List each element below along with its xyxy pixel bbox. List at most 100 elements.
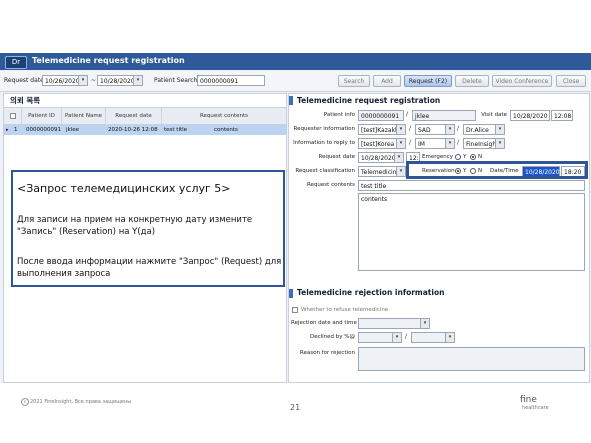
video-conference-button[interactable]: Video Conference <box>492 75 552 87</box>
chevron-down-icon[interactable]: ▾ <box>78 76 87 85</box>
chevron-down-icon[interactable]: ▾ <box>133 76 142 85</box>
chevron-down-icon: ▾ <box>420 319 429 328</box>
company-logo: fine <box>520 395 537 405</box>
refuse-label: Whether to refuse telemedicine <box>301 307 389 313</box>
contents-body-textarea[interactable]: contents <box>358 193 585 271</box>
table-header: Patient ID Patient Name Request date Req… <box>4 107 286 125</box>
rejection-title: Telemedicine rejection information <box>297 288 445 297</box>
search-button[interactable]: Search <box>338 75 370 87</box>
column-header-patient-id[interactable]: Patient ID <box>22 108 62 124</box>
patient-id-field: 0000000091 <box>358 110 404 121</box>
request-date-field[interactable]: 10/28/2020 ▾ <box>358 152 404 163</box>
request-form-panel: Telemedicine request registration Patien… <box>288 93 590 383</box>
emergency-no-label: N <box>478 154 483 160</box>
classification-select[interactable]: Telemedicine ▾ <box>358 166 406 177</box>
page-number: 21 <box>290 403 301 412</box>
reservation-highlight-box <box>406 161 588 179</box>
checkbox-icon[interactable] <box>9 113 16 119</box>
row-patient-id: 0000000091 <box>26 127 61 133</box>
refuse-checkbox[interactable] <box>292 307 298 313</box>
contents-label: Request contents <box>306 182 355 188</box>
requester-label: Requester information <box>293 126 355 132</box>
chevron-down-icon: ▾ <box>445 333 454 342</box>
chevron-down-icon[interactable]: ▾ <box>445 125 454 134</box>
classification-label: Request classification <box>295 168 355 174</box>
chevron-down-icon[interactable]: ▾ <box>495 125 504 134</box>
window-title: Telemedicine request registration <box>32 56 185 65</box>
copyright-icon: c <box>21 398 29 406</box>
request-list-title: 의뢰 목록 <box>10 96 41 105</box>
visit-time-field[interactable]: 12:08 <box>551 110 573 121</box>
patient-search-input[interactable]: 0000000091 <box>197 75 265 86</box>
chevron-down-icon[interactable]: ▾ <box>495 139 504 148</box>
callout-line-2: "Запись" (Reservation) на Y(да) <box>17 227 156 237</box>
row-patient-name: jklee <box>66 127 80 133</box>
company-logo-sub: healthcare <box>522 405 549 411</box>
patient-search-label: Patient Search <box>154 77 198 84</box>
row-title: test title <box>164 127 188 133</box>
toolbar: Request date 10/26/2020 ▾ ~ 10/28/2020 ▾ P… <box>0 71 591 92</box>
section-marker <box>289 289 293 298</box>
rejection-date-label: Rejection date and time <box>291 320 357 326</box>
reason-textarea <box>358 347 585 371</box>
requester-dept-select[interactable]: SAD ▾ <box>415 124 455 135</box>
separator: / <box>406 111 409 118</box>
close-button[interactable]: Close <box>556 75 586 87</box>
rejection-date-field: ▾ <box>358 318 430 329</box>
separator: / <box>405 333 408 340</box>
request-date-label: Request date <box>4 77 44 84</box>
request-form-title: Telemedicine request registration <box>297 96 441 105</box>
date-separator: ~ <box>91 77 97 84</box>
emergency-no-radio[interactable] <box>470 154 476 160</box>
chevron-down-icon: ▾ <box>392 333 401 342</box>
callout-line-3: После ввода информации нажмите "Запрос" … <box>17 257 282 267</box>
declined-by-label: Declined by %@ <box>309 334 355 340</box>
callout-line-1: Для записи на прием на конкретную дату и… <box>17 215 253 225</box>
emergency-yes-radio[interactable] <box>455 154 461 160</box>
chevron-down-icon[interactable]: ▾ <box>396 125 405 134</box>
date-to-field[interactable]: 10/28/2020 ▾ <box>97 75 143 86</box>
patient-info-label: Patient info <box>323 112 355 118</box>
reply-doctor-select[interactable]: FineInsight ▾ <box>463 138 505 149</box>
instruction-callout: <Запрос телемедицинских услуг 5> Для зап… <box>11 170 285 287</box>
app-logo-icon: Dr <box>5 56 27 69</box>
reply-dept-select[interactable]: IM ▾ <box>415 138 455 149</box>
row-marker-icon: ▸ <box>6 127 9 133</box>
add-button[interactable]: Add <box>373 75 401 87</box>
column-header-select[interactable] <box>4 108 22 124</box>
column-header-patient-name[interactable]: Patient Name <box>62 108 106 124</box>
separator: / <box>409 125 412 132</box>
column-header-request-date[interactable]: Request date <box>106 108 162 124</box>
row-contents: contents <box>214 127 238 133</box>
visit-date-label: Visit date <box>481 112 507 118</box>
visit-date-field[interactable]: 10/28/2020 <box>510 110 550 121</box>
reply-label: Information to reply to <box>293 140 355 146</box>
chevron-down-icon[interactable]: ▾ <box>394 153 403 162</box>
declined-by-doctor-select: ▾ <box>411 332 455 343</box>
chevron-down-icon[interactable]: ▾ <box>396 167 405 176</box>
chevron-down-icon[interactable]: ▾ <box>396 139 405 148</box>
date-from-field[interactable]: 10/26/2020 ▾ <box>42 75 88 86</box>
requester-doctor-select[interactable]: Dr.Alice ▾ <box>463 124 505 135</box>
emergency-yes-label: Y <box>463 154 467 160</box>
table-row[interactable]: ▸ 1 0000000091 jklee 2020-10-26 12:08 te… <box>4 125 286 135</box>
request-date-label: Request date <box>318 154 356 160</box>
separator: / <box>457 125 460 132</box>
separator: / <box>409 139 412 146</box>
row-number: 1 <box>14 127 18 133</box>
separator: / <box>457 139 460 146</box>
delete-button[interactable]: Delete <box>455 75 489 87</box>
requester-org-select[interactable]: [test]Kazakhs ▾ <box>358 124 406 135</box>
emergency-label: Emergency <box>422 154 454 160</box>
reason-label: Reason for rejection <box>299 350 355 356</box>
reply-org-select[interactable]: [test]Korea ▾ <box>358 138 406 149</box>
section-marker <box>289 96 293 105</box>
callout-title: <Запрос телемедицинских услуг 5> <box>17 182 231 195</box>
request-button[interactable]: Request (F2) <box>404 75 452 87</box>
copyright-text: 2021 FineInsight, Все права защищены <box>30 399 132 405</box>
column-header-request-contents[interactable]: Request contents <box>162 108 286 124</box>
contents-title-field[interactable]: test title <box>358 180 585 191</box>
chevron-down-icon[interactable]: ▾ <box>445 139 454 148</box>
row-request-date: 2020-10-26 12:08 <box>108 127 158 133</box>
title-bar: Dr Telemedicine request registration <box>0 53 591 70</box>
